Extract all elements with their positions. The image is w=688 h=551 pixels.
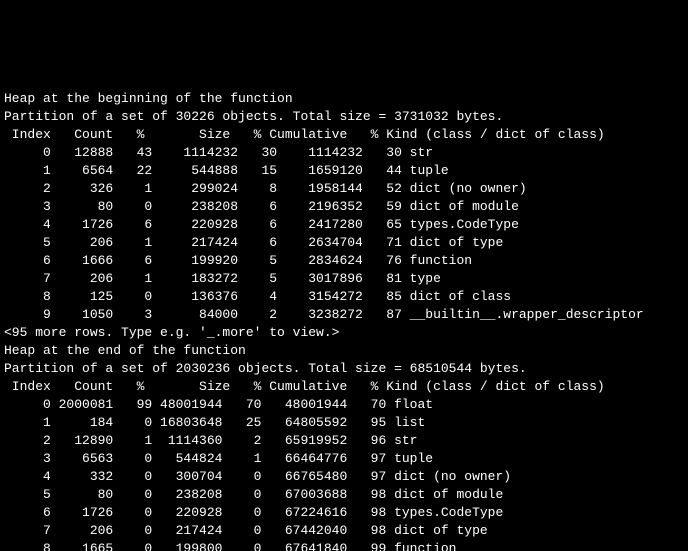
heap-block-1-partition: Partition of a set of 30226 objects. Tot… xyxy=(4,109,503,124)
heap-block-1-footer: <95 more rows. Type e.g. '_.more' to vie… xyxy=(4,325,339,340)
heap-block-2-rows: 0 2000081 99 48001944 70 48001944 70 flo… xyxy=(4,397,511,551)
heap-block-2-header: Heap at the end of the function xyxy=(4,343,246,358)
heap-block-1-columns: Index Count % Size % Cumulative % Kind (… xyxy=(4,127,605,142)
heap-block-2-columns: Index Count % Size % Cumulative % Kind (… xyxy=(4,379,605,394)
heap-block-2-partition: Partition of a set of 2030236 objects. T… xyxy=(4,361,527,376)
terminal-output: Heap at the beginning of the function Pa… xyxy=(0,72,688,551)
heap-block-1-rows: 0 12888 43 1114232 30 1114232 30 str 1 6… xyxy=(4,145,644,322)
heap-block-1-header: Heap at the beginning of the function xyxy=(4,91,293,106)
